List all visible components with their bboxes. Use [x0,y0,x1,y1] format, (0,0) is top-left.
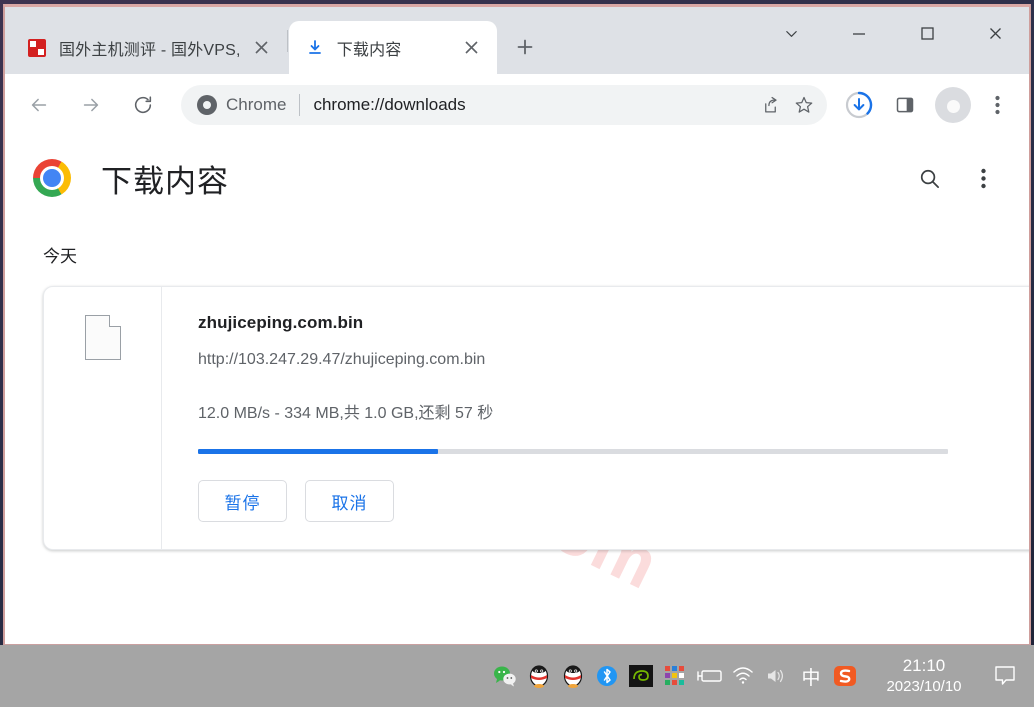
wifi-icon[interactable] [726,653,760,699]
tab-0-close-icon[interactable] [249,35,275,61]
windows-taskbar: 中 21:10 2023/10/10 [0,645,1034,707]
sogou-input-icon[interactable] [828,653,862,699]
red-seal-icon [27,38,47,58]
browser-toolbar: Chrome chrome://downloads [5,74,1029,644]
page-three-dot-menu-icon[interactable] [961,156,1005,200]
download-icon [305,38,325,58]
reload-button[interactable] [123,85,163,125]
three-dot-menu-icon[interactable] [977,85,1017,125]
clock-date: 2023/10/10 [886,678,962,695]
chrome-mini-icon [197,95,217,115]
colored-grid-icon[interactable] [658,653,692,699]
download-actions: 暂停 取消 [198,480,1029,522]
chrome-logo-icon [33,159,71,197]
download-item-card: zhujiceping.com.bin http://103.247.29.47… [43,286,1029,550]
battery-icon[interactable] [692,653,726,699]
chrome-badge-label: Chrome [226,95,287,114]
bluetooth-icon[interactable] [590,653,624,699]
download-status-text: 12.0 MB/s - 334 MB,共 1.0 GB,还剩 57 秒 [198,405,494,422]
omnibox-divider [299,94,301,116]
side-panel-icon[interactable] [885,85,925,125]
share-icon[interactable] [753,88,787,122]
qq-icon[interactable] [556,653,590,699]
cancel-button[interactable]: 取消 [305,480,394,522]
tab-0-title: 国外主机测评 - 国外VPS, [59,41,241,59]
system-tray: 中 21:10 2023/10/10 [488,653,1028,699]
tab-separator [286,29,288,52]
profile-avatar-icon[interactable] [935,87,971,644]
downloads-page-header: 下载内容 [5,136,1029,220]
tab-1[interactable]: 下载内容 [288,21,497,74]
generic-file-icon [84,315,121,360]
download-progress-bar [198,449,948,454]
download-file-name[interactable]: zhujiceping.com.bin [198,313,1029,333]
wechat-icon[interactable] [488,653,522,699]
clock-time: 21:10 [902,656,946,675]
window-controls [757,7,1029,60]
back-button[interactable] [19,85,59,125]
taskbar-clock[interactable]: 21:10 2023/10/10 [872,655,976,697]
tab-1-close-icon[interactable] [459,35,485,61]
date-group-label: 今天 [43,247,77,266]
download-details: zhujiceping.com.bin http://103.247.29.47… [162,287,1029,549]
close-button[interactable] [961,7,1029,60]
forward-button[interactable] [71,85,111,125]
search-icon[interactable] [907,156,951,200]
ime-indicator[interactable]: 中 [794,653,828,699]
volume-icon[interactable] [760,653,794,699]
minimize-button[interactable] [825,7,893,60]
maximize-button[interactable] [893,7,961,60]
download-progress-fill [198,449,438,454]
star-icon[interactable] [787,88,821,122]
pause-button[interactable]: 暂停 [198,480,287,522]
tab-1-title: 下载内容 [336,41,402,59]
omnibox-url-text[interactable]: chrome://downloads [313,95,753,115]
file-icon-column [44,287,162,549]
downloads-page: zhujiceping.com 下载内容 今天 [5,136,1029,644]
tab-0[interactable]: 国外主机测评 - 国外VPS, [11,21,287,74]
download-progress-icon[interactable] [839,85,879,125]
nvidia-icon[interactable] [624,653,658,699]
chrome-badge: Chrome [197,95,286,115]
download-source-url[interactable]: http://103.247.29.47/zhujiceping.com.bin [198,351,1029,369]
new-tab-button[interactable] [505,27,545,67]
browser-window: 国外主机测评 - 国外VPS, 下载内容 Chrome chrome://dow… [3,4,1031,645]
page-title: 下载内容 [101,163,229,199]
tab-strip: 国外主机测评 - 国外VPS, 下载内容 [5,7,1029,74]
notification-icon[interactable] [982,653,1028,699]
tab-search-button[interactable] [757,7,825,60]
qq-icon[interactable] [522,653,556,699]
address-bar[interactable]: Chrome chrome://downloads [181,85,827,125]
